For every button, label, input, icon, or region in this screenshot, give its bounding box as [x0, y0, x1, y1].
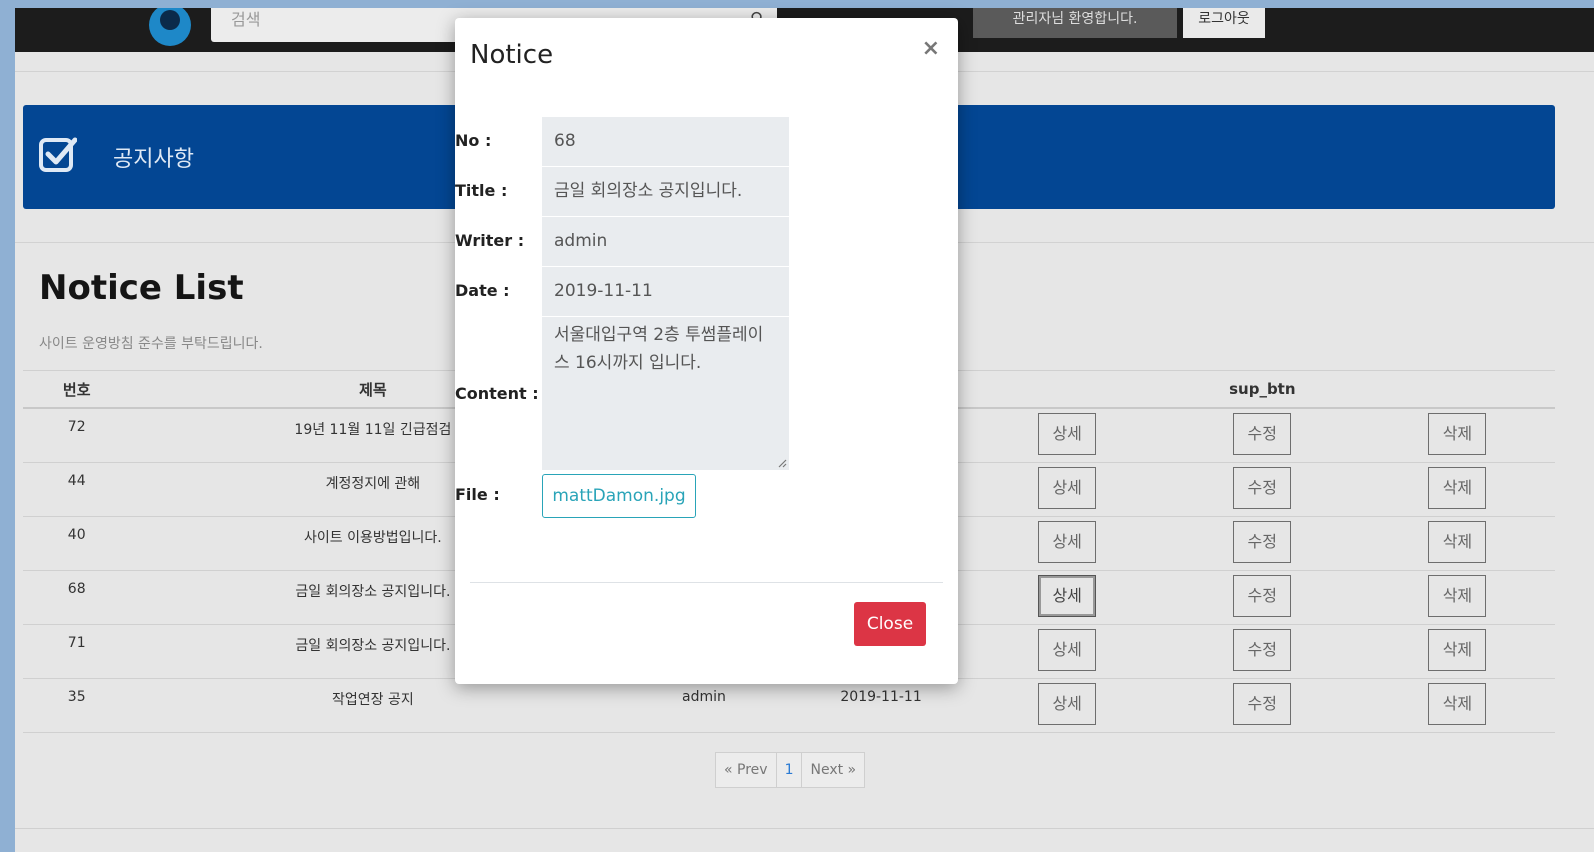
- detail-cell: 상세: [969, 678, 1165, 733]
- resize-handle-icon[interactable]: [777, 458, 787, 468]
- close-button[interactable]: Close: [854, 602, 926, 646]
- delete-cell: 삭제: [1359, 408, 1555, 463]
- label-content: Content :: [455, 384, 539, 403]
- page-title: Notice List: [39, 268, 244, 308]
- column-header-no: 번호: [23, 370, 131, 409]
- row-no: 40: [23, 516, 131, 571]
- table-row: 35 작업연장 공지 admin 2019-11-11 상세 수정 삭제: [23, 678, 1555, 733]
- row-no: 68: [23, 570, 131, 625]
- detail-cell: 상세: [969, 462, 1165, 517]
- row-date: 2019-11-11: [792, 678, 970, 733]
- delete-button[interactable]: 삭제: [1428, 682, 1487, 725]
- edit-cell: 수정: [1164, 570, 1360, 625]
- detail-cell: 상세: [969, 516, 1165, 571]
- label-file: File :: [455, 485, 500, 504]
- content-line: 스 16시까지 입니다.: [554, 353, 702, 373]
- detail-button[interactable]: 상세: [1038, 520, 1097, 563]
- row-no: 71: [23, 624, 131, 679]
- detail-cell: 상세: [969, 624, 1165, 679]
- field-no: 68: [542, 117, 789, 167]
- column-header-sup-btn: sup_btn: [969, 370, 1555, 409]
- edit-cell: 수정: [1164, 462, 1360, 517]
- field-writer: admin: [542, 217, 789, 267]
- banner-title: 공지사항: [113, 147, 194, 172]
- edit-cell: 수정: [1164, 678, 1360, 733]
- edit-button[interactable]: 수정: [1233, 466, 1292, 509]
- edit-cell: 수정: [1164, 408, 1360, 463]
- edit-button[interactable]: 수정: [1233, 413, 1292, 455]
- close-icon[interactable]: ×: [922, 36, 940, 61]
- row-writer: admin: [615, 678, 793, 733]
- row-no: 35: [23, 678, 131, 733]
- detail-cell: 상세: [969, 570, 1165, 625]
- search-placeholder: 검색: [231, 10, 261, 29]
- delete-button[interactable]: 삭제: [1428, 520, 1487, 563]
- label-no: No :: [455, 131, 492, 150]
- row-title: 작업연장 공지: [130, 678, 616, 733]
- edit-button[interactable]: 수정: [1233, 520, 1292, 563]
- edit-button[interactable]: 수정: [1233, 574, 1292, 617]
- pagination: « Prev 1 Next »: [715, 752, 866, 788]
- row-no: 44: [23, 462, 131, 517]
- detail-cell: 상세: [969, 408, 1165, 463]
- welcome-badge: 관리자님 환영합니다.: [973, 8, 1177, 38]
- detail-button-focused[interactable]: 상세: [1038, 574, 1097, 617]
- label-title: Title :: [455, 181, 508, 200]
- content-line: 서울대입구역 2층 투썸플레이: [554, 325, 764, 345]
- edit-cell: 수정: [1164, 624, 1360, 679]
- detail-button[interactable]: 상세: [1038, 413, 1097, 455]
- delete-cell: 삭제: [1359, 516, 1555, 571]
- checkbox-icon: [39, 137, 77, 172]
- modal-title: Notice: [470, 40, 554, 70]
- divider: [15, 828, 1594, 829]
- logout-button[interactable]: 로그아웃: [1183, 8, 1265, 38]
- delete-button[interactable]: 삭제: [1428, 466, 1487, 509]
- delete-cell: 삭제: [1359, 678, 1555, 733]
- delete-button[interactable]: 삭제: [1428, 628, 1487, 671]
- field-date: 2019-11-11: [542, 267, 789, 317]
- edit-cell: 수정: [1164, 516, 1360, 571]
- label-writer: Writer :: [455, 231, 525, 250]
- detail-button[interactable]: 상세: [1038, 628, 1097, 671]
- field-title: 금일 회의장소 공지입니다.: [542, 167, 789, 217]
- prev-page-button[interactable]: « Prev: [716, 753, 777, 787]
- row-no: 72: [23, 408, 131, 463]
- file-download-button[interactable]: mattDamon.jpg: [542, 474, 696, 518]
- detail-button[interactable]: 상세: [1038, 682, 1097, 725]
- notice-modal: Notice × No : 68 Title : 금일 회의장소 공지입니다. …: [455, 18, 958, 684]
- delete-button[interactable]: 삭제: [1428, 574, 1487, 617]
- label-date: Date :: [455, 281, 510, 300]
- detail-button[interactable]: 상세: [1038, 466, 1097, 509]
- modal-divider: [470, 582, 943, 583]
- content-textarea[interactable]: 서울대입구역 2층 투썸플레이 스 16시까지 입니다.: [542, 317, 789, 471]
- delete-cell: 삭제: [1359, 570, 1555, 625]
- edit-button[interactable]: 수정: [1233, 628, 1292, 671]
- next-page-button[interactable]: Next »: [802, 753, 864, 787]
- delete-cell: 삭제: [1359, 462, 1555, 517]
- edit-button[interactable]: 수정: [1233, 682, 1292, 725]
- delete-cell: 삭제: [1359, 624, 1555, 679]
- page-subtitle: 사이트 운영방침 준수를 부탁드립니다.: [39, 336, 263, 352]
- logo-icon[interactable]: [149, 8, 191, 46]
- delete-button[interactable]: 삭제: [1428, 413, 1487, 455]
- page-number-current[interactable]: 1: [777, 753, 803, 787]
